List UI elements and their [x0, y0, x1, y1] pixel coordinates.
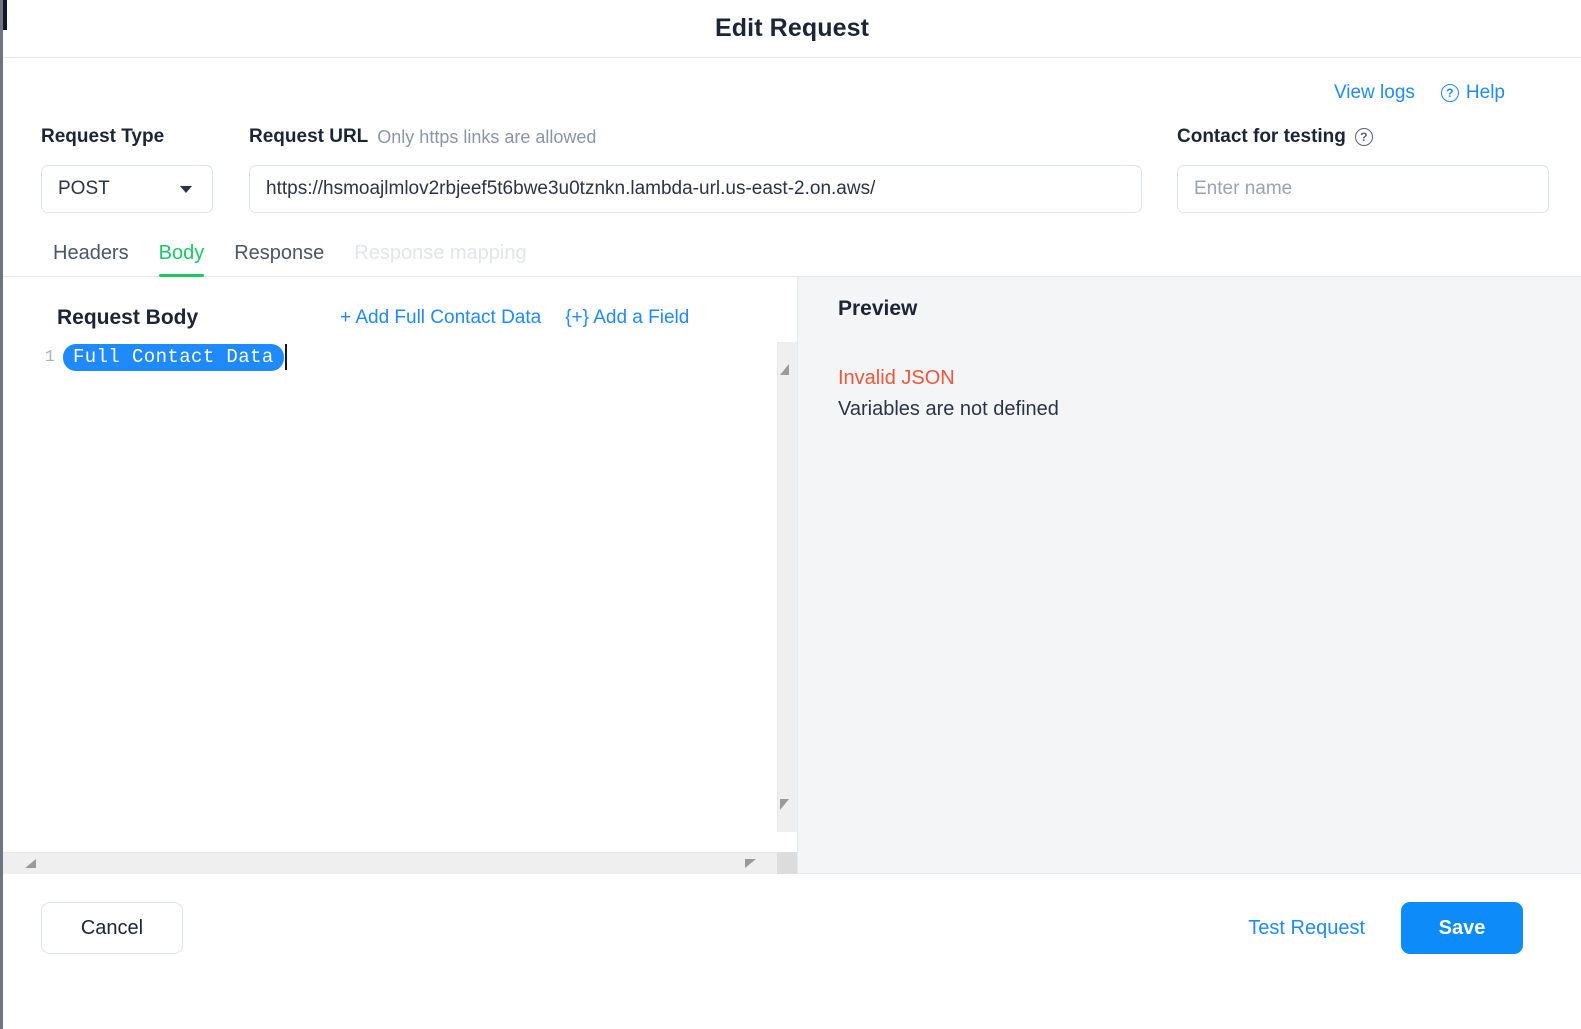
request-type-group: Request Type POST [41, 124, 249, 213]
request-url-label: Request URL Only https links are allowed [249, 124, 1142, 150]
contact-for-testing-label: Contact for testing ? [1177, 124, 1549, 150]
request-config-row: Request Type POST Request URL Only https… [3, 108, 1581, 213]
request-url-input[interactable]: https://hsmoajlmlov2rbjeef5t6bwe3u0tznkn… [249, 165, 1142, 213]
scroll-down-arrow-icon[interactable] [780, 799, 789, 810]
line-content: Full Contact Data [55, 343, 287, 371]
window-edge-marker [3, 0, 7, 30]
preview-title: Preview [838, 297, 918, 320]
top-links-bar: View logs ? Help [3, 58, 1581, 108]
test-request-button[interactable]: Test Request [1248, 917, 1365, 940]
request-url-label-text: Request URL [249, 126, 369, 147]
text-cursor [284, 344, 287, 370]
request-url-value: https://hsmoajlmlov2rbjeef5t6bwe3u0tznkn… [266, 178, 876, 199]
view-logs-link[interactable]: View logs [1334, 82, 1415, 104]
request-body-toolbar: Request Body + Add Full Contact Data {+}… [3, 277, 797, 339]
request-type-label: Request Type [41, 126, 165, 147]
tab-response[interactable]: Response [234, 242, 324, 276]
dialog-footer: Cancel Test Request Save [3, 874, 1581, 982]
contact-name-input[interactable]: Enter name [1177, 165, 1549, 213]
tab-body[interactable]: Body [158, 242, 204, 277]
help-label: Help [1465, 82, 1505, 103]
page-title: Edit Request [715, 14, 869, 42]
tab-response-mapping: Response mapping [354, 242, 527, 264]
request-body-title: Request Body [57, 306, 199, 329]
editor-horizontal-scrollbar[interactable] [3, 852, 778, 874]
request-tabs: Headers Body Response Response mapping [3, 213, 1581, 277]
scroll-left-arrow-icon[interactable] [25, 859, 36, 868]
contact-name-placeholder: Enter name [1194, 178, 1293, 199]
save-button[interactable]: Save [1401, 902, 1523, 954]
request-url-hint: Only https links are allowed [377, 126, 597, 147]
add-a-field-button[interactable]: {+} Add a Field [565, 307, 689, 329]
scroll-up-arrow-icon[interactable] [780, 364, 789, 375]
cancel-button[interactable]: Cancel [41, 902, 183, 954]
add-full-contact-data-button[interactable]: + Add Full Contact Data [340, 307, 541, 329]
question-circle-icon: ? [1440, 84, 1459, 102]
code-line[interactable]: 1 Full Contact Data [3, 342, 797, 372]
preview-error-text: Invalid JSON [838, 367, 955, 389]
tab-headers[interactable]: Headers [53, 242, 129, 276]
contact-for-testing-group: Contact for testing ? Enter name [1177, 124, 1549, 213]
dialog-titlebar: Edit Request [3, 0, 1581, 58]
help-link[interactable]: ? Help [1440, 82, 1505, 104]
preview-message-text: Variables are not defined [838, 398, 1059, 420]
view-logs-label: View logs [1333, 82, 1415, 103]
request-type-select[interactable]: POST [41, 165, 213, 213]
request-type-value: POST [58, 178, 110, 199]
preview-pane: Preview Invalid JSON Variables are not d… [798, 277, 1581, 874]
preview-content: Invalid JSON Variables are not defined [838, 367, 1581, 421]
request-body-editor[interactable]: 1 Full Contact Data [3, 342, 797, 832]
editor-preview-split: Request Body + Add Full Contact Data {+}… [3, 277, 1581, 874]
chevron-down-icon [180, 185, 192, 193]
request-body-pane: Request Body + Add Full Contact Data {+}… [3, 277, 798, 874]
footer-actions: Test Request Save [1248, 902, 1523, 954]
edit-request-dialog: Edit Request View logs ? Help Request Ty… [0, 0, 1581, 1029]
variable-token-full-contact-data[interactable]: Full Contact Data [63, 343, 284, 371]
request-url-group: Request URL Only https links are allowed… [249, 124, 1142, 213]
editor-vertical-scrollbar[interactable] [777, 342, 797, 832]
scrollbar-corner [777, 852, 797, 874]
line-number: 1 [44, 347, 55, 367]
scroll-right-arrow-icon[interactable] [745, 859, 756, 868]
question-circle-icon[interactable]: ? [1354, 128, 1373, 146]
contact-for-testing-label-text: Contact for testing [1177, 126, 1346, 147]
